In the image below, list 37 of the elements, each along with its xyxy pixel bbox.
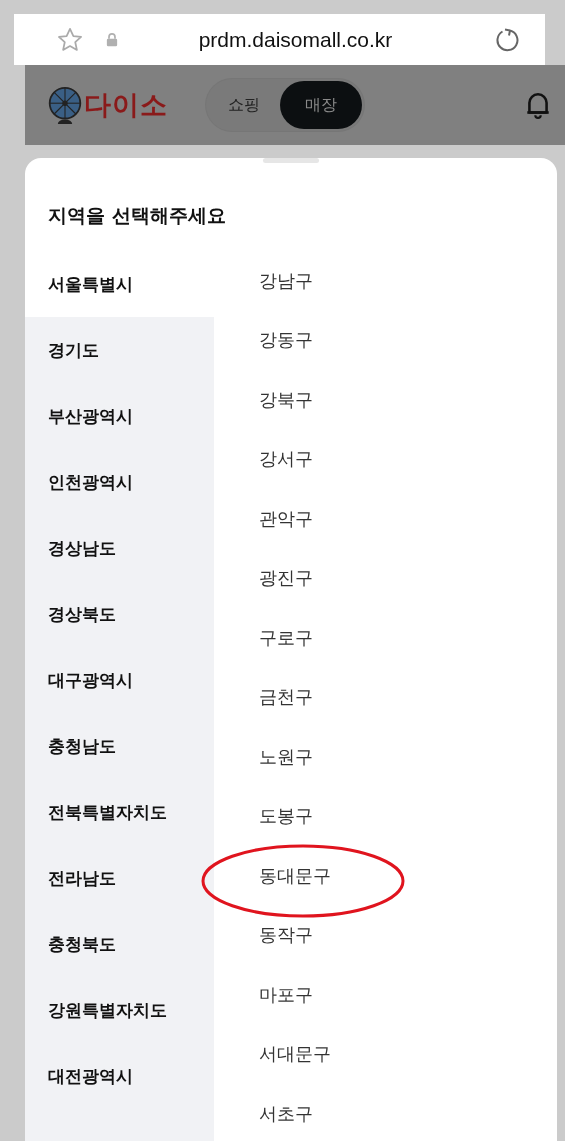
region-item[interactable]: 전라남도 <box>25 845 214 911</box>
district-item[interactable]: 금천구 <box>259 685 313 710</box>
district-item[interactable]: 동작구 <box>259 923 313 948</box>
district-item[interactable]: 강남구 <box>259 268 313 293</box>
region-item[interactable]: 경기도 <box>25 317 214 383</box>
district-item[interactable]: 강서구 <box>259 447 313 472</box>
region-item[interactable]: 인천광역시 <box>25 449 214 515</box>
district-item[interactable]: 노원구 <box>259 744 313 769</box>
region-item[interactable]: 경상북도 <box>25 581 214 647</box>
mode-tab[interactable]: 매장 <box>280 81 362 129</box>
region-item[interactable]: 전북특별자치도 <box>25 779 214 845</box>
url-text[interactable]: prdm.daisomall.co.kr <box>118 27 493 52</box>
fan-icon <box>47 85 83 125</box>
region-item[interactable]: 서울특별시 <box>25 251 214 317</box>
district-item[interactable]: 관악구 <box>259 506 313 531</box>
sheet-title: 지역을 선택해주세요 <box>47 203 227 228</box>
district-item[interactable]: 서대문구 <box>259 1042 331 1067</box>
district-item[interactable]: 강북구 <box>259 387 313 412</box>
district-item[interactable]: 구로구 <box>259 625 313 650</box>
district-item[interactable]: 광진구 <box>259 566 313 591</box>
lock-icon <box>106 32 118 47</box>
region-item[interactable]: 충청북도 <box>25 911 214 977</box>
district-item[interactable]: 도봉구 <box>259 804 313 829</box>
district-item[interactable]: 서초구 <box>259 1101 313 1126</box>
mode-tab[interactable]: 쇼핑 <box>208 81 280 129</box>
region-item[interactable]: 대전광역시 <box>25 1043 214 1109</box>
region-item[interactable]: 대구광역시 <box>25 647 214 713</box>
star-icon[interactable] <box>56 25 84 54</box>
drag-handle[interactable] <box>263 158 319 163</box>
region-item[interactable]: 충청남도 <box>25 713 214 779</box>
bell-icon[interactable] <box>525 90 551 120</box>
district-item[interactable]: 마포구 <box>259 982 313 1007</box>
region-item[interactable]: 강원특별자치도 <box>25 977 214 1043</box>
region-item[interactable]: 경상남도 <box>25 515 214 581</box>
district-item[interactable]: 강동구 <box>259 328 313 353</box>
region-item[interactable]: 부산광역시 <box>25 383 214 449</box>
district-item[interactable]: 동대문구 <box>259 863 331 888</box>
